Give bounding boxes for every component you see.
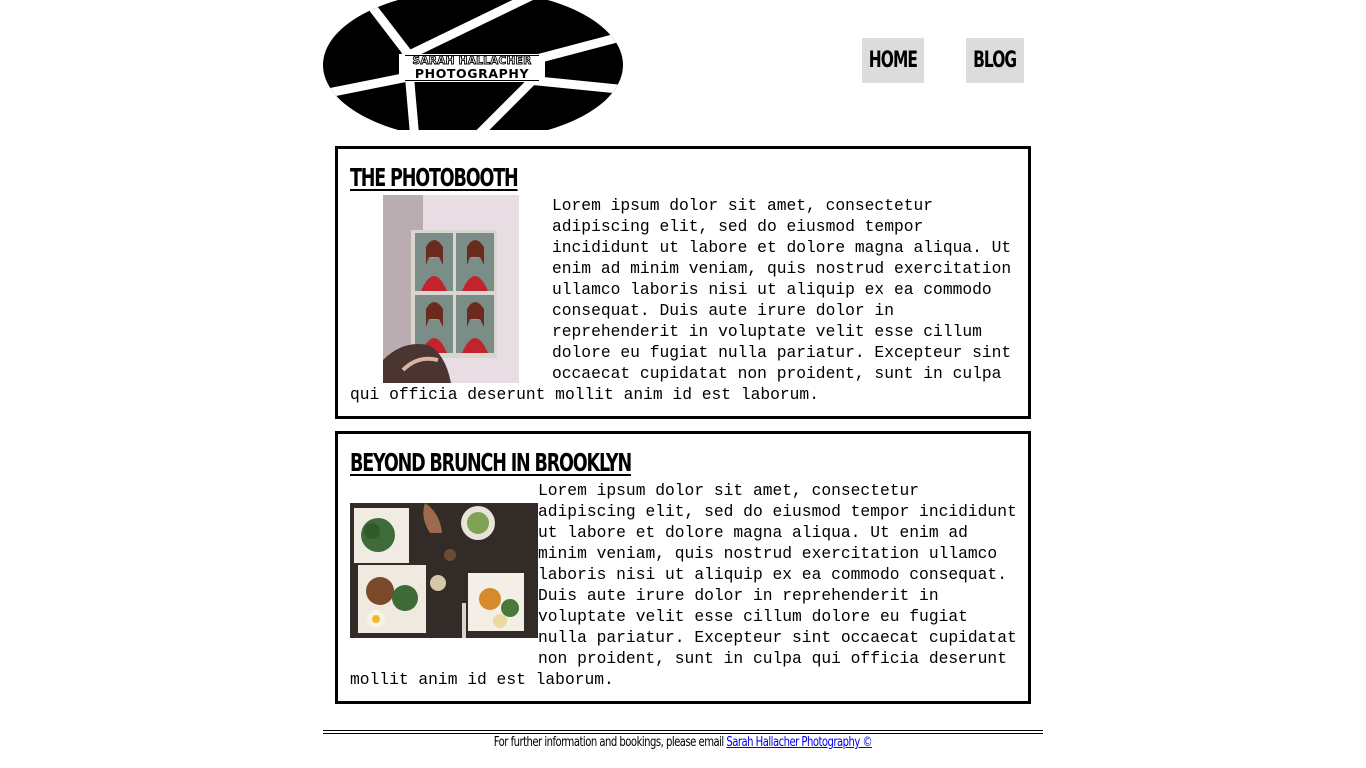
nav-blog-label: BLOG — [973, 48, 1017, 73]
photobooth-photo[interactable] — [372, 195, 530, 383]
post-title[interactable]: THE PHOTOBOOTH — [350, 163, 519, 192]
nav-home-label: HOME — [868, 48, 918, 73]
logo-rule-bottom — [405, 80, 539, 81]
blog-post: BEYOND BRUNCH IN BROOKLYN Lorem ipsum do… — [335, 431, 1031, 704]
logo-wordmark: SARAH HALLACHER PHOTOGRAPHY — [399, 54, 545, 82]
blog-post: THE PHOTOBOOTH Lorem ipsum dolor sit ame… — [335, 146, 1031, 419]
footer-email-link[interactable]: Sarah Hallacher Photography © — [726, 735, 872, 750]
footer-text: For further information and bookings, pl… — [493, 735, 727, 750]
logo-line-2: PHOTOGRAPHY — [414, 65, 530, 81]
nav-home-button[interactable]: HOME — [862, 38, 924, 83]
brunch-photo[interactable] — [350, 503, 538, 638]
logo[interactable]: SARAH HALLACHER PHOTOGRAPHY — [323, 0, 623, 140]
nav-blog-button[interactable]: BLOG — [966, 38, 1024, 83]
post-body: Lorem ipsum dolor sit amet, consectetur … — [350, 195, 1020, 405]
site-footer: For further information and bookings, pl… — [323, 733, 1043, 753]
logo-line-1: SARAH HALLACHER — [412, 55, 532, 67]
post-body: Lorem ipsum dolor sit amet, consectetur … — [350, 480, 1020, 690]
site-header: SARAH HALLACHER PHOTOGRAPHY HOME BLOG — [323, 0, 1043, 140]
post-title[interactable]: BEYOND BRUNCH IN BROOKLYN — [350, 448, 632, 477]
logo-rule-top — [405, 55, 539, 56]
